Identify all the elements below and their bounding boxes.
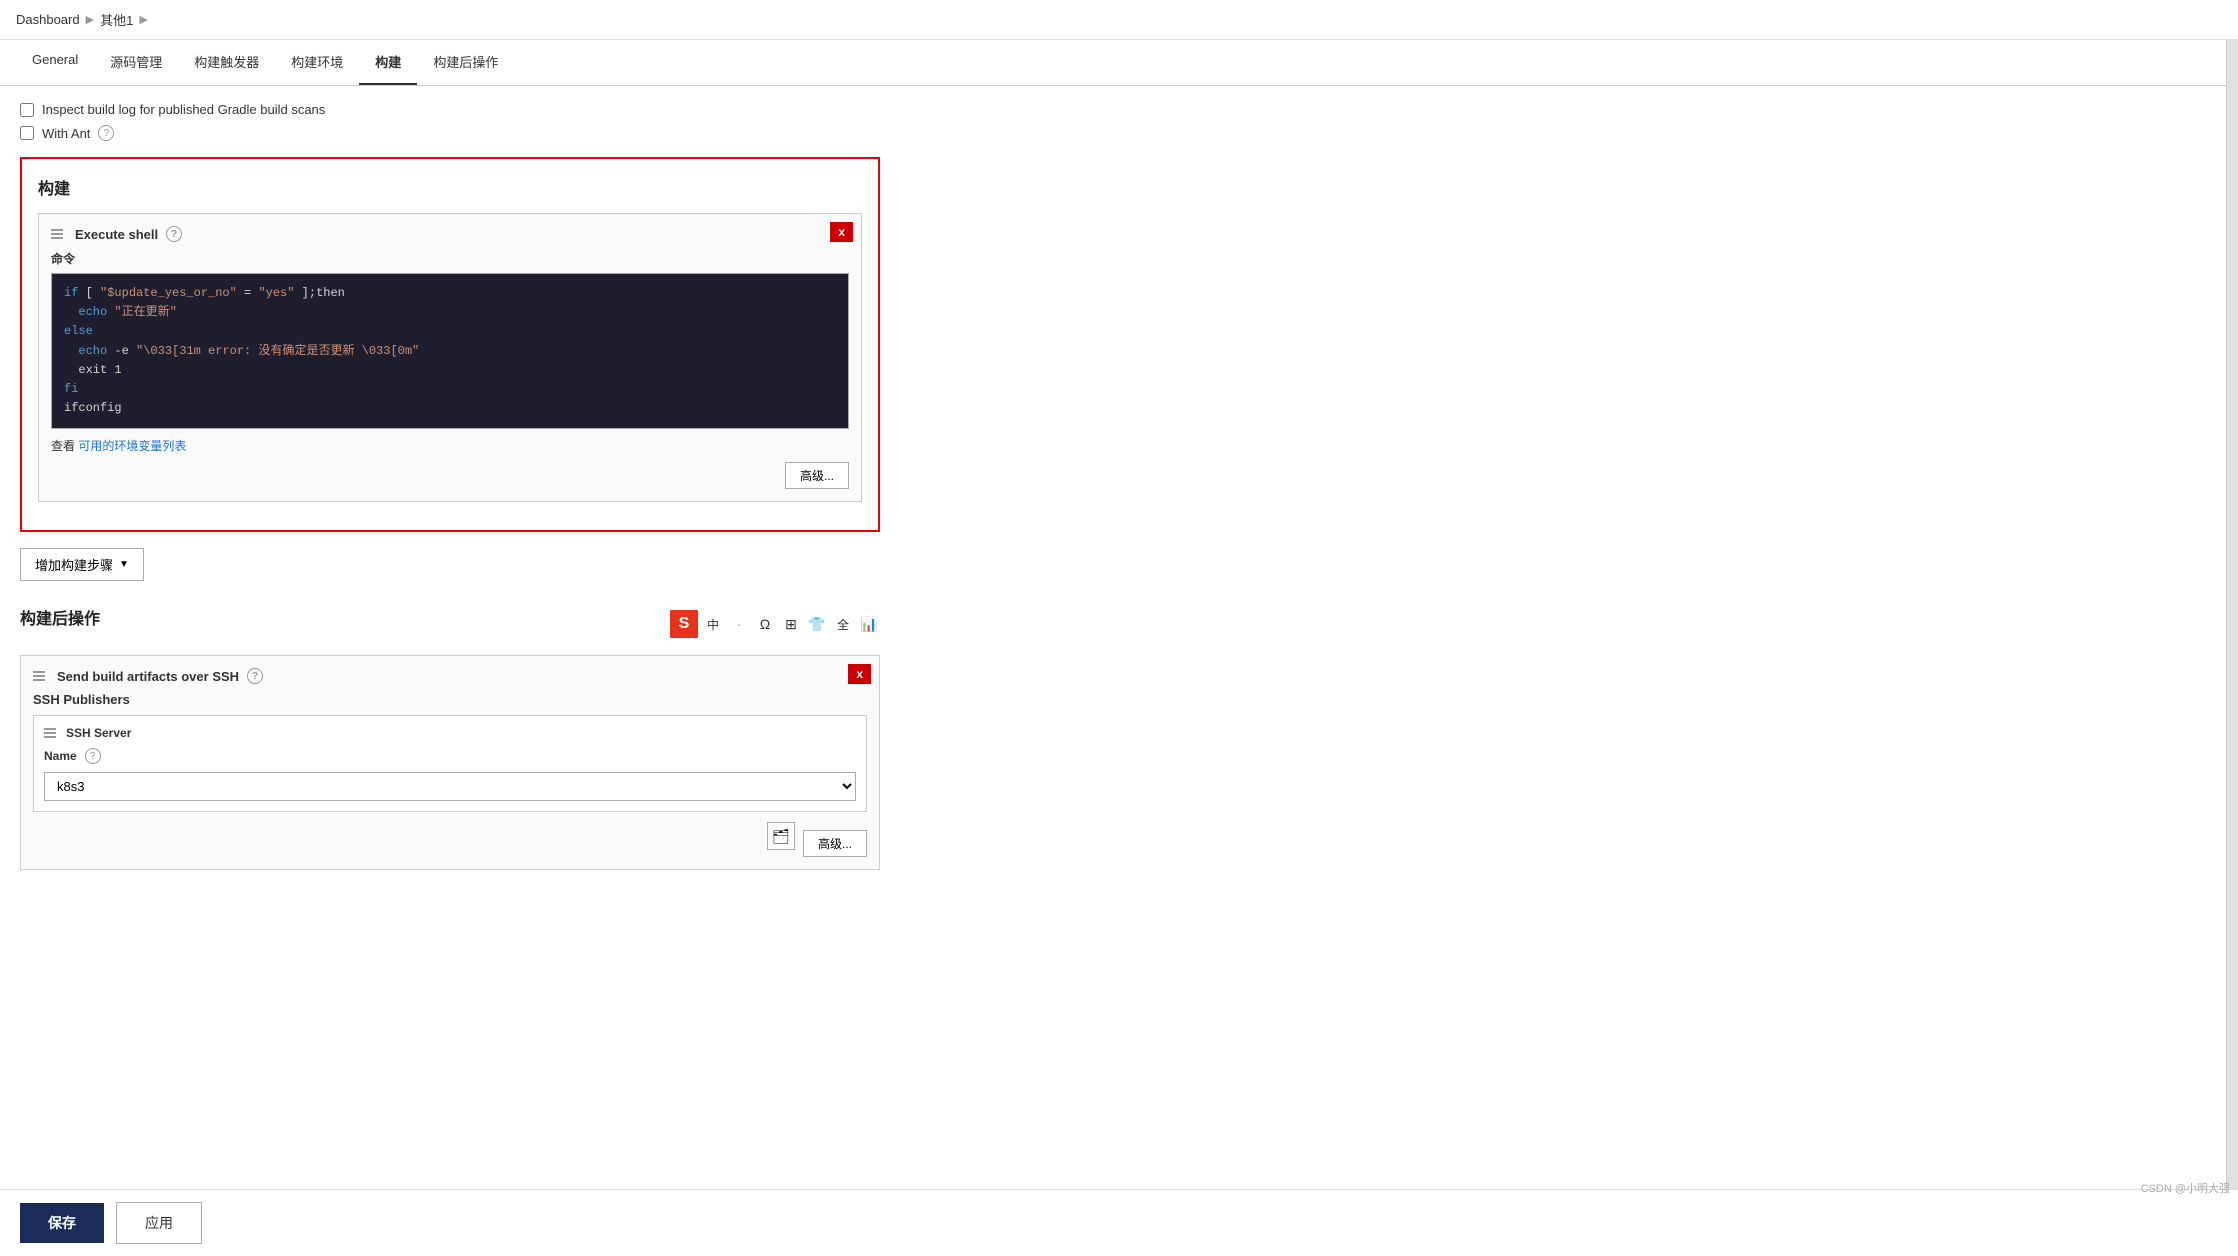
- tab-general[interactable]: General: [16, 40, 94, 85]
- ssh-server-label: SSH Server: [66, 726, 131, 740]
- breadcrumb: Dashboard ▶ 其他1 ▶: [0, 0, 2238, 40]
- name-field-label: Name: [44, 749, 77, 763]
- save-button[interactable]: 保存: [20, 1203, 104, 1243]
- execute-shell-advanced-btn[interactable]: 高级...: [785, 462, 849, 489]
- ssh-publishers-title: SSH Publishers: [33, 692, 867, 707]
- ssh-server-drag-handle[interactable]: [44, 728, 56, 738]
- post-build-title: 构建后操作: [20, 605, 100, 629]
- ssh-step-delete-btn[interactable]: x: [848, 664, 871, 684]
- toolbar-dot-icon: ·: [728, 613, 750, 635]
- add-step-button[interactable]: 增加构建步骤 ▼: [20, 548, 144, 581]
- add-step-label: 增加构建步骤: [35, 555, 113, 574]
- toolbar-quan-icon[interactable]: 全: [832, 613, 854, 635]
- tab-triggers[interactable]: 构建触发器: [178, 40, 275, 85]
- execute-shell-title: Execute shell: [75, 227, 158, 242]
- watermark: CSDN @小明大强: [2141, 1180, 2230, 1196]
- right-scrollbar[interactable]: [2226, 40, 2238, 1256]
- ssh-drag-handle[interactable]: [33, 671, 45, 681]
- build-section: 构建 Execute shell ? x 命令 if [ "$update_ye…: [20, 157, 880, 532]
- build-section-title: 构建: [38, 175, 862, 199]
- tab-build-env[interactable]: 构建环境: [275, 40, 359, 85]
- breadcrumb-arrow-2: ▶: [139, 13, 147, 26]
- name-help-icon[interactable]: ?: [85, 748, 101, 764]
- with-ant-help-icon[interactable]: ?: [98, 125, 114, 141]
- inspect-gradle-label: Inspect build log for published Gradle b…: [42, 102, 325, 117]
- add-step-area: 增加构建步骤 ▼: [20, 548, 880, 581]
- ssh-server-select[interactable]: k8s3 k8s1 k8s2: [44, 772, 856, 801]
- tab-post-build[interactable]: 构建后操作: [417, 40, 514, 85]
- env-link-prefix: 查看: [51, 439, 75, 453]
- tab-build[interactable]: 构建: [359, 40, 417, 85]
- add-step-dropdown-arrow: ▼: [119, 559, 129, 570]
- card-actions: 🗂 高级...: [33, 822, 867, 857]
- toolbar-shirt-icon[interactable]: 👕: [806, 613, 828, 635]
- name-row: Name ?: [44, 748, 856, 764]
- post-build-section: 构建后操作 S 中 · Ω ⊞ 👕 全 📊: [20, 605, 880, 870]
- apply-button[interactable]: 应用: [116, 1202, 202, 1244]
- toolbar-chinese-icon[interactable]: 中: [702, 613, 724, 635]
- breadcrumb-dashboard[interactable]: Dashboard: [16, 12, 80, 27]
- breadcrumb-arrow-1: ▶: [86, 13, 94, 26]
- ssh-step-card: Send build artifacts over SSH ? x SSH Pu…: [20, 655, 880, 870]
- with-ant-label: With Ant: [42, 126, 90, 141]
- toolbar-grid-icon[interactable]: ⊞: [780, 613, 802, 635]
- ssh-icon-btn[interactable]: 🗂: [767, 822, 795, 850]
- tab-bar: General 源码管理 构建触发器 构建环境 构建 构建后操作: [0, 40, 2226, 86]
- with-ant-row: With Ant ?: [20, 125, 880, 141]
- execute-shell-header: Execute shell ?: [51, 226, 849, 242]
- ssh-step-title: Send build artifacts over SSH: [57, 669, 239, 684]
- execute-shell-delete-btn[interactable]: x: [830, 222, 853, 242]
- ssh-step-header: Send build artifacts over SSH ?: [33, 668, 867, 684]
- execute-shell-card: Execute shell ? x 命令 if [ "$update_yes_o…: [38, 213, 862, 502]
- drag-handle[interactable]: [51, 229, 63, 239]
- toolbar-icons: S 中 · Ω ⊞ 👕 全 📊: [670, 610, 880, 638]
- ssh-step-help-icon[interactable]: ?: [247, 668, 263, 684]
- breadcrumb-other[interactable]: 其他1: [100, 10, 133, 29]
- ssh-advanced-btn[interactable]: 高级...: [803, 830, 867, 857]
- ssh-server-card: SSH Server Name ? k8s3 k8s1 k8s2: [33, 715, 867, 812]
- tab-source[interactable]: 源码管理: [94, 40, 178, 85]
- toolbar-chart-icon[interactable]: 📊: [858, 613, 880, 635]
- toolbar-omega-icon[interactable]: Ω: [754, 613, 776, 635]
- execute-shell-help-icon[interactable]: ?: [166, 226, 182, 242]
- toolbar-s-icon: S: [670, 610, 698, 638]
- inspect-gradle-checkbox[interactable]: [20, 103, 34, 117]
- post-build-header: 构建后操作 S 中 · Ω ⊞ 👕 全 📊: [20, 605, 880, 643]
- command-label: 命令: [51, 250, 849, 267]
- code-editor[interactable]: if [ "$update_yes_or_no" = "yes" ];then …: [51, 273, 849, 429]
- with-ant-checkbox[interactable]: [20, 126, 34, 140]
- ssh-server-header: SSH Server: [44, 726, 856, 740]
- bottom-bar: 保存 应用: [0, 1189, 2238, 1256]
- inspect-gradle-row: Inspect build log for published Gradle b…: [20, 102, 880, 117]
- env-link[interactable]: 可用的环境变量列表: [78, 439, 186, 453]
- env-link-row: 查看 可用的环境变量列表: [51, 437, 849, 454]
